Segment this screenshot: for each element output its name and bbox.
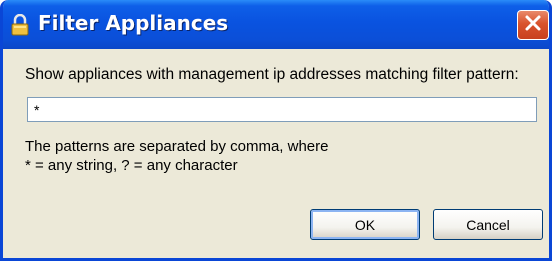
ok-button[interactable]: OK — [310, 209, 420, 240]
close-button[interactable] — [517, 10, 549, 40]
help-text-line-2: * = any string, ? = any character — [25, 157, 238, 174]
cancel-button[interactable]: Cancel — [433, 209, 543, 240]
close-icon — [524, 14, 542, 36]
lock-icon — [11, 13, 29, 36]
dialog-title: Filter Appliances — [38, 11, 229, 35]
title-bar[interactable]: Filter Appliances — [3, 0, 549, 49]
filter-prompt-label: Show appliances with management ip addre… — [25, 66, 519, 83]
help-text-line-1: The patterns are separated by comma, whe… — [25, 138, 329, 155]
filter-pattern-input[interactable] — [27, 97, 537, 122]
filter-appliances-dialog: Filter Appliances Show appliances with m… — [0, 0, 552, 261]
